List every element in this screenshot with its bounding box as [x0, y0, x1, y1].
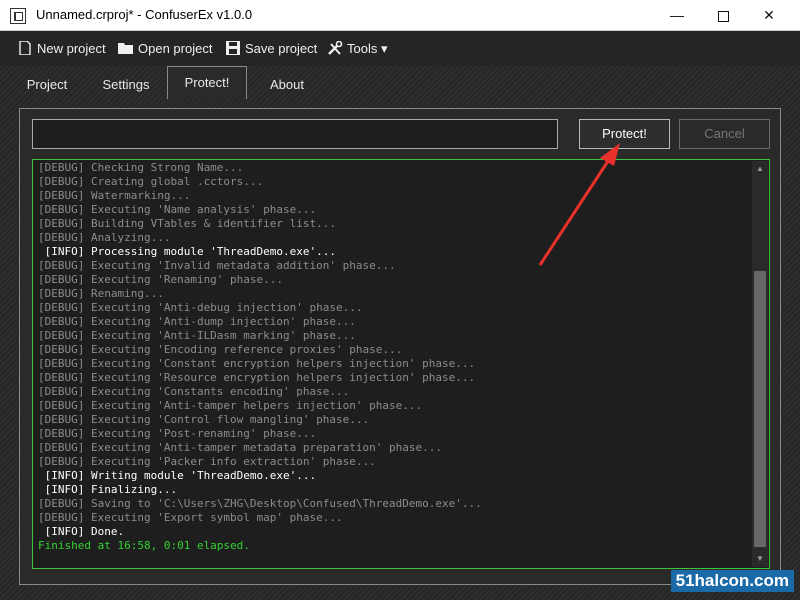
window-title: Unnamed.crproj* - ConfuserEx v1.0.0 [36, 7, 253, 22]
tab-protect[interactable]: Protect! [167, 66, 247, 99]
new-project-label: New project [37, 41, 106, 56]
content-area: Project Settings Protect! About Protect!… [0, 66, 800, 600]
log-line: [INFO] Done. [38, 525, 125, 538]
scroll-thumb[interactable] [754, 271, 766, 547]
open-project-button[interactable]: Open project [118, 40, 212, 58]
log-line: Finished at 16:58, 0:01 elapsed. [38, 539, 250, 552]
maximize-icon [717, 10, 729, 22]
save-project-label: Save project [245, 41, 318, 56]
log-line: [DEBUG] Checking Strong Name... [38, 161, 244, 174]
log-line: [DEBUG] Executing 'Invalid metadata addi… [38, 259, 396, 272]
folder-icon [118, 43, 133, 54]
title-bar: Unnamed.crproj* - ConfuserEx v1.0.0 — ✕ [0, 0, 800, 31]
tools-icon [328, 41, 343, 55]
log-line: [DEBUG] Executing 'Anti-dump injection' … [38, 315, 356, 328]
log-line: [DEBUG] Renaming... [38, 287, 164, 300]
log-line: [INFO] Processing module 'ThreadDemo.exe… [38, 245, 337, 258]
log-line: [DEBUG] Executing 'Control flow mangling… [38, 413, 370, 426]
log-line: [DEBUG] Executing 'Export symbol map' ph… [38, 511, 343, 524]
log-line: [DEBUG] Saving to 'C:\Users\ZHG\Desktop\… [38, 497, 482, 510]
log-scrollbar[interactable]: ▲ ▼ [752, 161, 768, 567]
log-line: [DEBUG] Analyzing... [38, 231, 171, 244]
protect-panel: Protect! Cancel [DEBUG] Checking Strong … [19, 108, 781, 585]
app-icon [10, 8, 26, 24]
watermark: 51halcon.com [670, 570, 794, 592]
log-line: [INFO] Finalizing... [38, 483, 178, 496]
maximize-button[interactable] [700, 0, 746, 31]
tools-label: Tools ▾ [347, 41, 388, 56]
tools-menu[interactable]: Tools ▾ [327, 40, 388, 58]
log-line: [DEBUG] Watermarking... [38, 189, 191, 202]
tab-settings[interactable]: Settings [92, 72, 160, 98]
log-line: [DEBUG] Executing 'Post-renaming' phase.… [38, 427, 317, 440]
save-icon [226, 41, 240, 55]
toolbar: New project Open project Save project To… [0, 31, 800, 66]
tab-about[interactable]: About [254, 72, 320, 98]
log-line: [DEBUG] Executing 'Encoding reference pr… [38, 343, 403, 356]
log-line: [DEBUG] Executing 'Constant encryption h… [38, 357, 476, 370]
log-line: [DEBUG] Executing 'Anti-tamper metadata … [38, 441, 442, 454]
log-line: [INFO] Writing module 'ThreadDemo.exe'..… [38, 469, 317, 482]
log-line: [DEBUG] Executing 'Name analysis' phase.… [38, 203, 317, 216]
save-project-button[interactable]: Save project [225, 40, 317, 58]
tab-project[interactable]: Project [12, 72, 82, 98]
status-input[interactable] [32, 119, 558, 149]
new-project-button[interactable]: New project [17, 40, 106, 58]
log-line: [DEBUG] Executing 'Resource encryption h… [38, 371, 476, 384]
scroll-up-icon[interactable]: ▲ [752, 161, 768, 177]
log-line: [DEBUG] Executing 'Renaming' phase... [38, 273, 284, 286]
log-line: [DEBUG] Executing 'Anti-tamper helpers i… [38, 399, 423, 412]
log-line: [DEBUG] Executing 'Anti-ILDasm marking' … [38, 329, 356, 342]
log-lines: [DEBUG] Checking Strong Name... [DEBUG] C… [38, 161, 749, 553]
open-project-label: Open project [138, 41, 213, 56]
log-line: [DEBUG] Building VTables & identifier li… [38, 217, 337, 230]
log-line: [DEBUG] Executing 'Constants encoding' p… [38, 385, 350, 398]
log-output[interactable]: [DEBUG] Checking Strong Name... [DEBUG] C… [32, 159, 770, 569]
new-file-icon [19, 41, 31, 55]
cancel-button[interactable]: Cancel [679, 119, 770, 149]
minimize-button[interactable]: — [654, 0, 700, 31]
scroll-down-icon[interactable]: ▼ [752, 551, 768, 567]
protect-button[interactable]: Protect! [579, 119, 670, 149]
log-line: [DEBUG] Executing 'Packer info extractio… [38, 455, 376, 468]
close-button[interactable]: ✕ [746, 0, 792, 31]
log-line: [DEBUG] Creating global .cctors... [38, 175, 264, 188]
log-line: [DEBUG] Executing 'Anti-debug injection'… [38, 301, 363, 314]
